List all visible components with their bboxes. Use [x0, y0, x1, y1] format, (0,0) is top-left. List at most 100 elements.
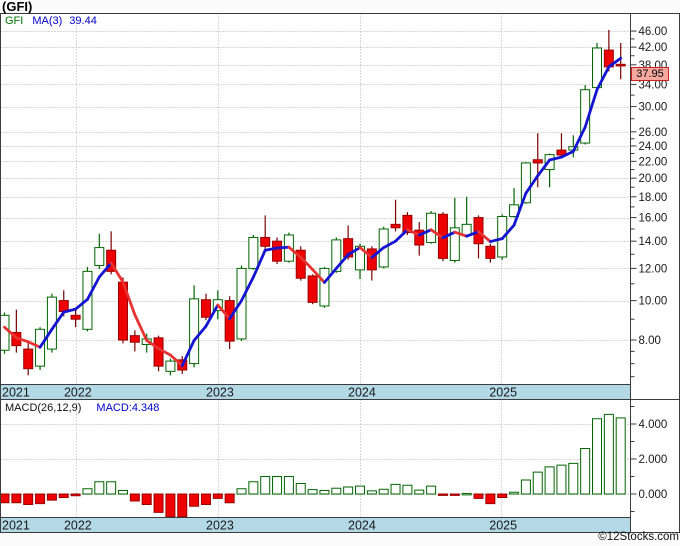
macd-bar — [248, 481, 259, 495]
candle-body — [461, 223, 472, 236]
macd-bar — [94, 481, 105, 495]
stock-chart-page: 46.00 42.00 38.00 34.00 30.00 26.00 24.00 22.00… — [0, 0, 680, 546]
candle-body — [319, 267, 330, 307]
macd-bar — [141, 493, 152, 505]
macd-bar — [509, 491, 520, 495]
year-label: 2024 — [348, 519, 376, 533]
y-axis-label: 14.00 — [639, 236, 668, 248]
y-axis-label: 26.00 — [639, 127, 668, 139]
macd-bar — [0, 493, 10, 504]
copyright-text: ©12Stocks.com — [598, 531, 679, 543]
main-chart-legend: GFI MA(3) 39.44 — [5, 15, 97, 27]
macd-bar — [568, 462, 579, 495]
y-axis-label: 20.00 — [639, 173, 668, 185]
macd-bar — [331, 487, 342, 495]
macd-bar — [437, 493, 448, 496]
legend-ma-label: MA(3) — [32, 15, 63, 27]
candle-body — [153, 337, 164, 367]
year-label: 2024 — [348, 386, 376, 400]
year-label: 2022 — [64, 519, 92, 533]
candle-body — [189, 298, 200, 365]
y-axis-label: 18.00 — [639, 192, 668, 204]
candle-body — [615, 63, 626, 67]
macd-bar — [556, 464, 567, 495]
macd-bar — [177, 493, 188, 518]
candle-body — [165, 360, 176, 372]
macd-bar — [58, 493, 69, 498]
year-label: 2023 — [206, 386, 234, 400]
macd-bar — [224, 493, 235, 504]
macd-bar — [295, 483, 306, 495]
candle-body — [224, 300, 235, 342]
macd-bar — [603, 413, 614, 495]
macd-bar — [153, 493, 164, 513]
page-title: (GFI) — [2, 0, 33, 14]
macd-bar — [23, 493, 34, 505]
macd-axis-label: 2.000 — [639, 454, 668, 466]
macd-bar — [319, 490, 330, 495]
macd-bar — [532, 471, 543, 495]
year-label: 2021 — [2, 519, 30, 533]
macd-bar — [520, 479, 531, 495]
macd-bar — [260, 476, 271, 495]
macd-bar — [307, 489, 318, 495]
y-axis-label: 10.00 — [639, 296, 668, 308]
x-axis-band-main — [0, 384, 631, 400]
macd-bar — [272, 476, 283, 495]
macd-bar — [378, 488, 389, 495]
legend-symbol: GFI — [5, 15, 24, 27]
macd-bar — [118, 490, 128, 495]
macd-bar — [544, 466, 555, 495]
macd-bar — [402, 484, 413, 495]
candle-body — [272, 240, 283, 262]
macd-bar — [390, 483, 401, 495]
y-axis-label: 16.00 — [639, 213, 668, 225]
candle-body — [129, 335, 140, 343]
y-axis-label: 30.00 — [639, 102, 668, 114]
y-axis-label: 12.00 — [639, 263, 668, 275]
macd-bar — [46, 493, 57, 501]
macd-axis-label: 4.000 — [639, 419, 668, 431]
macd-bar — [497, 493, 508, 498]
macd-bar — [473, 493, 484, 499]
macd-bar — [200, 493, 211, 505]
macd-axis-label: 0.000 — [639, 489, 668, 501]
year-label: 2022 — [64, 386, 92, 400]
last-price-badge: 37.95 — [631, 67, 669, 81]
macd-bar — [189, 493, 200, 507]
legend-ma-value: 39.44 — [69, 15, 97, 27]
y-axis-label: 22.00 — [639, 156, 668, 168]
candle-body — [532, 159, 543, 164]
x-axis-band-macd — [0, 517, 631, 533]
macd-bar — [461, 492, 472, 496]
macd-bar — [129, 493, 140, 502]
macd-legend-value: MACD:4.348 — [96, 402, 160, 414]
macd-legend: MACD(26,12,9) MACD:4.348 — [5, 402, 159, 414]
candle-body — [366, 248, 377, 271]
macd-bar — [580, 448, 591, 495]
year-label: 2025 — [489, 386, 517, 400]
y-axis-label: 42.00 — [639, 42, 668, 54]
y-axis-label: 34.00 — [639, 79, 668, 91]
chart-canvas: 46.0042.0038.0034.0030.0026.0024.0022.00… — [0, 0, 680, 546]
year-label: 2025 — [489, 519, 517, 533]
macd-bar — [283, 476, 294, 495]
candle-body — [248, 236, 259, 269]
macd-bar — [592, 418, 602, 495]
macd-bar — [485, 493, 496, 505]
candle-body — [260, 236, 271, 247]
macd-bar — [82, 488, 93, 495]
macd-bar — [414, 489, 425, 495]
candle-body — [23, 348, 34, 370]
macd-bar — [355, 485, 365, 495]
macd-bar — [106, 481, 117, 495]
macd-bar — [366, 490, 377, 495]
macd-plot-bg — [0, 399, 631, 518]
candle-body — [390, 223, 401, 229]
macd-legend-name: MACD(26,12,9) — [5, 402, 82, 414]
candle-body — [200, 299, 211, 318]
macd-bar — [11, 493, 22, 504]
year-label: 2023 — [206, 519, 234, 533]
y-axis-label: 8.00 — [639, 335, 661, 347]
year-label: 2021 — [2, 386, 30, 400]
